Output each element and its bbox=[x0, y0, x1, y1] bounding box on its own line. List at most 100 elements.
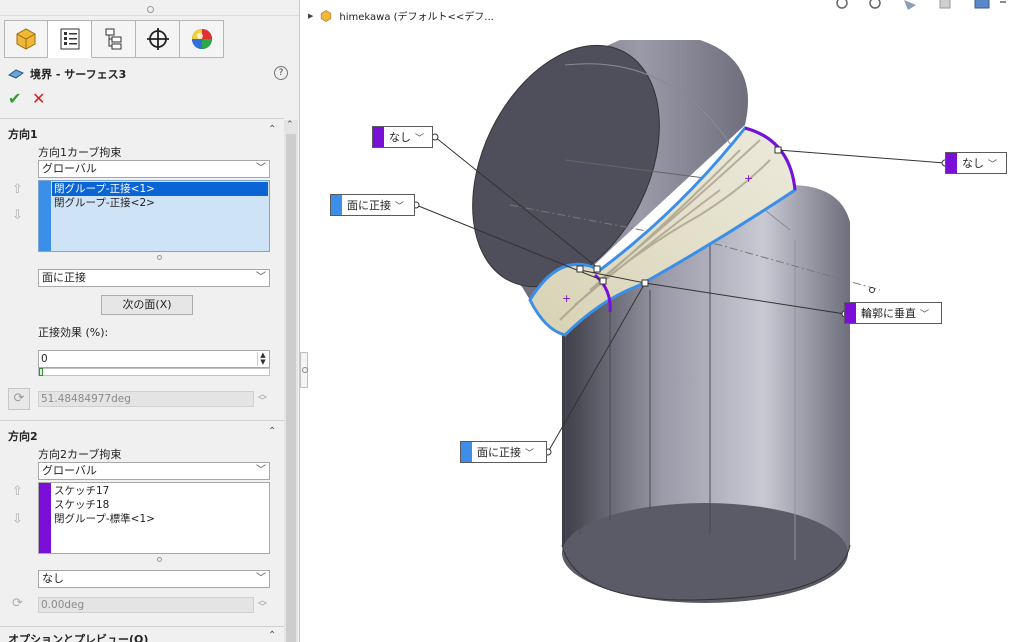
list-item[interactable]: スケッチ17 bbox=[52, 484, 268, 498]
direction2-tangent-type-value: なし bbox=[42, 572, 64, 585]
options-title[interactable]: オプションとプレビュー(O) bbox=[8, 631, 148, 642]
direction1-collapse-icon[interactable]: ⌃ bbox=[268, 124, 276, 135]
property-manager: 境界 - サーフェス3 ? ✔ ✕ 方向1 ⌃ 方向1カーブ拘束 グローバル ﹀… bbox=[0, 0, 300, 642]
tab-property-manager[interactable] bbox=[48, 20, 92, 58]
feature-manager-icon bbox=[16, 28, 36, 50]
direction1-angle-field: 51.48484977deg bbox=[38, 391, 254, 407]
direction1-tangent-type-select[interactable]: 面に正接 ﹀ bbox=[38, 269, 270, 287]
direction2-color-bar bbox=[39, 483, 51, 553]
zoom-area-icon bbox=[869, 0, 881, 9]
scroll-up-icon[interactable]: ⌃ bbox=[286, 120, 294, 130]
direction2-curve-list[interactable]: スケッチ17 スケッチ18 閉グループ-標準<1> bbox=[38, 482, 270, 554]
callout-label: 輪郭に垂直 bbox=[861, 307, 916, 320]
section-view-icon bbox=[939, 0, 951, 9]
tab-dimxpert-manager[interactable] bbox=[136, 20, 180, 58]
direction2-collapse-icon[interactable]: ⌃ bbox=[268, 426, 276, 437]
configuration-manager-icon bbox=[105, 28, 121, 50]
chevron-down-icon: ﹀ bbox=[525, 448, 535, 459]
move-up-icon[interactable]: ⇧ bbox=[12, 484, 23, 499]
slider-thumb[interactable] bbox=[39, 368, 43, 376]
tangent-influence-slider[interactable] bbox=[38, 368, 270, 376]
direction2-tangent-type-select[interactable]: なし ﹀ bbox=[38, 570, 270, 588]
panel-grip[interactable] bbox=[0, 0, 299, 16]
ok-button[interactable]: ✔ bbox=[8, 89, 21, 108]
direction1-color-bar bbox=[39, 181, 51, 251]
rotate-angle-icon: ⟳ bbox=[12, 596, 23, 611]
callout-direction2-normal[interactable]: 輪郭に垂直 ﹀ bbox=[844, 302, 942, 324]
direction1-tangent-type-value: 面に正接 bbox=[42, 271, 86, 284]
help-icon[interactable]: ? bbox=[274, 66, 288, 80]
part-icon bbox=[321, 9, 332, 22]
panel-scrollbar[interactable]: ⌃ bbox=[284, 120, 298, 642]
chevron-down-icon: ﹀ bbox=[988, 159, 998, 170]
divider bbox=[0, 118, 284, 119]
feature-tree-flyout[interactable]: ▶ himekawa (デフォルト<<デフ... bbox=[308, 8, 494, 23]
feature-title-text: 境界 - サーフェス3 bbox=[30, 68, 127, 81]
tangent-influence-label: 正接効果 (%): bbox=[38, 326, 109, 339]
callout-direction1-start[interactable]: 面に正接 ﹀ bbox=[330, 194, 415, 216]
view-toolbar[interactable] bbox=[836, 0, 1006, 10]
list-item[interactable]: 閉グループ-正接<2> bbox=[52, 196, 268, 210]
direction2-curve-constraint-value: グローバル bbox=[42, 464, 97, 477]
direction1-curve-constraint-label: 方向1カーブ拘束 bbox=[38, 146, 122, 159]
direction1-curve-constraint-select[interactable]: グローバル ﹀ bbox=[38, 160, 270, 178]
move-down-icon[interactable]: ⇩ bbox=[12, 208, 23, 223]
move-down-icon[interactable]: ⇩ bbox=[12, 512, 23, 527]
display-manager-icon bbox=[191, 29, 212, 49]
callout-direction2-end[interactable]: なし ﹀ bbox=[945, 152, 1007, 174]
callout-direction2-start[interactable]: なし ﹀ bbox=[372, 126, 433, 148]
tab-feature-manager[interactable] bbox=[4, 20, 48, 58]
scrollbar-thumb[interactable] bbox=[286, 134, 296, 642]
callout-label: なし bbox=[389, 131, 411, 144]
chevron-down-icon: ﹀ bbox=[920, 309, 930, 320]
list-item[interactable]: 閉グループ-標準<1> bbox=[52, 512, 268, 526]
rotate-angle-icon: ⟳ bbox=[8, 388, 30, 410]
chevron-down-icon: ﹀ bbox=[256, 465, 266, 476]
list-resize-handle[interactable] bbox=[157, 255, 162, 260]
direction2-curve-constraint-label: 方向2カーブ拘束 bbox=[38, 448, 122, 461]
chevron-down-icon: ﹀ bbox=[256, 272, 266, 283]
property-manager-icon bbox=[60, 28, 79, 50]
previous-view-icon bbox=[904, 0, 916, 10]
tangent-influence-input[interactable]: 0 ▲ ▼ bbox=[38, 350, 270, 368]
callout-label: 面に正接 bbox=[347, 199, 391, 212]
divider bbox=[0, 626, 284, 627]
callout-color-bar bbox=[845, 303, 856, 323]
chevron-down-icon: ﹀ bbox=[256, 163, 266, 174]
list-resize-handle[interactable] bbox=[157, 557, 162, 562]
list-item[interactable]: スケッチ18 bbox=[52, 498, 268, 512]
callout-direction1-end[interactable]: 面に正接 ﹀ bbox=[460, 441, 547, 463]
chevron-down-icon: ﹀ bbox=[256, 573, 266, 584]
callout-label: 面に正接 bbox=[477, 446, 521, 459]
direction1-curve-constraint-value: グローバル bbox=[42, 162, 97, 175]
part-name: himekawa (デフォルト<<デフ... bbox=[339, 12, 494, 23]
move-up-icon[interactable]: ⇧ bbox=[12, 182, 23, 197]
feature-title: 境界 - サーフェス3 bbox=[8, 66, 126, 82]
chevron-down-icon: ﹀ bbox=[415, 133, 425, 144]
direction1-curve-list[interactable]: 閉グループ-正接<1> 閉グループ-正接<2> bbox=[38, 180, 270, 252]
list-item[interactable]: 閉グループ-正接<1> bbox=[52, 182, 268, 196]
boundary-surface-icon bbox=[8, 69, 24, 79]
direction2-title: 方向2 bbox=[8, 430, 38, 443]
spin-buttons[interactable]: ▲ ▼ bbox=[257, 352, 268, 366]
crosshair-icon bbox=[146, 28, 169, 50]
direction2-angle-field: 0.00deg bbox=[38, 597, 254, 613]
tab-display-manager[interactable] bbox=[180, 20, 224, 58]
callout-label: なし bbox=[962, 157, 984, 170]
manager-tabs bbox=[4, 20, 224, 58]
direction2-curve-constraint-select[interactable]: グローバル ﹀ bbox=[38, 462, 270, 480]
spin-disabled: ︿ ﹀ bbox=[258, 390, 268, 407]
spin-disabled: ︿ ﹀ bbox=[258, 596, 268, 613]
zoom-fit-icon bbox=[836, 0, 848, 9]
callout-color-bar bbox=[946, 153, 957, 173]
callout-color-bar bbox=[373, 127, 384, 147]
direction1-title: 方向1 bbox=[8, 128, 38, 141]
options-collapse-icon[interactable]: ⌃ bbox=[268, 630, 276, 641]
tangent-influence-value: 0 bbox=[41, 353, 48, 365]
panel-splitter[interactable] bbox=[300, 352, 308, 388]
expand-icon[interactable]: ▶ bbox=[308, 12, 313, 20]
cancel-button[interactable]: ✕ bbox=[32, 89, 45, 108]
tab-configuration-manager[interactable] bbox=[92, 20, 136, 58]
view-orientation-icon bbox=[974, 0, 990, 9]
next-face-button[interactable]: 次の面(X) bbox=[101, 295, 193, 315]
